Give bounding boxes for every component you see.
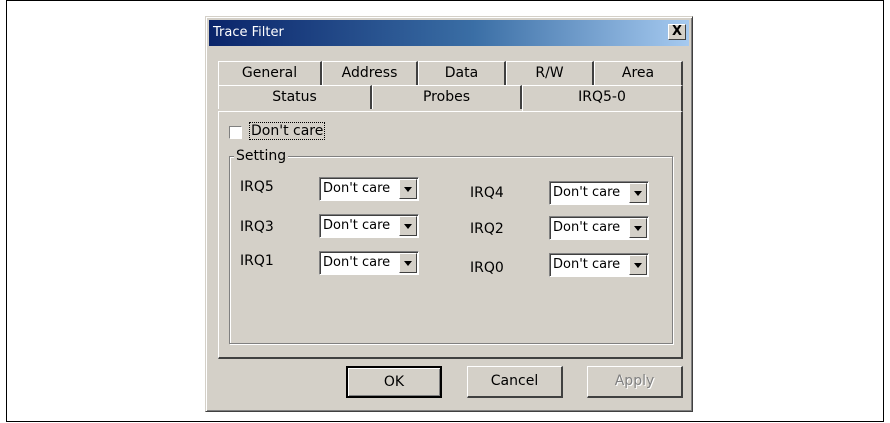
irq1-dropdown-button[interactable]	[399, 253, 417, 273]
irq0-select-value: Don't care	[553, 257, 621, 272]
window-title: Trace Filter	[213, 25, 284, 40]
irq4-label: IRQ4	[470, 185, 504, 201]
tab-panel-irq5-0: Don't care Setting IRQ5 Don't care IRQ4 …	[218, 111, 683, 359]
irq0-select[interactable]: Don't care	[549, 253, 649, 277]
irq1-label: IRQ1	[240, 253, 274, 269]
tab-address[interactable]: Address	[322, 61, 418, 85]
cancel-button[interactable]: Cancel	[467, 366, 563, 398]
chevron-down-icon	[404, 261, 412, 266]
chevron-down-icon	[634, 263, 642, 268]
irq2-label: IRQ2	[470, 221, 504, 237]
irq5-dropdown-button[interactable]	[399, 179, 417, 199]
irq0-dropdown-button[interactable]	[629, 255, 647, 275]
tab-rw[interactable]: R/W	[506, 61, 594, 85]
setting-group-title: Setting	[234, 148, 289, 164]
dont-care-checkbox[interactable]	[229, 126, 242, 139]
ok-button[interactable]: OK	[346, 366, 442, 398]
chevron-down-icon	[634, 191, 642, 196]
irq5-select-value: Don't care	[323, 181, 391, 196]
close-button[interactable]: X	[668, 24, 686, 40]
trace-filter-dialog: Trace Filter X General Address Data R/W …	[205, 16, 693, 412]
irq4-select[interactable]: Don't care	[549, 181, 649, 205]
tab-status[interactable]: Status	[218, 85, 372, 109]
tab-data[interactable]: Data	[418, 61, 506, 85]
irq5-select[interactable]: Don't care	[319, 177, 419, 201]
chevron-down-icon	[404, 224, 412, 229]
close-icon: X	[671, 24, 683, 39]
irq3-dropdown-button[interactable]	[399, 216, 417, 236]
irq3-select[interactable]: Don't care	[319, 214, 419, 238]
title-bar[interactable]: Trace Filter X	[209, 20, 689, 46]
tab-area[interactable]: Area	[594, 61, 683, 85]
irq3-select-value: Don't care	[323, 218, 391, 233]
irq0-label: IRQ0	[470, 260, 504, 276]
irq2-select-value: Don't care	[553, 220, 621, 235]
irq1-select[interactable]: Don't care	[319, 251, 419, 275]
irq4-select-value: Don't care	[553, 185, 621, 200]
setting-group: Setting IRQ5 Don't care IRQ4 Don't care …	[229, 148, 673, 344]
irq4-dropdown-button[interactable]	[629, 183, 647, 203]
tab-probes[interactable]: Probes	[372, 85, 522, 109]
tab-general[interactable]: General	[218, 61, 322, 85]
irq2-select[interactable]: Don't care	[549, 216, 649, 240]
irq3-label: IRQ3	[240, 219, 274, 235]
irq5-label: IRQ5	[240, 179, 274, 195]
chevron-down-icon	[634, 226, 642, 231]
tab-irq5-0[interactable]: IRQ5-0	[522, 85, 683, 111]
irq1-select-value: Don't care	[323, 255, 391, 270]
chevron-down-icon	[404, 187, 412, 192]
irq2-dropdown-button[interactable]	[629, 218, 647, 238]
dont-care-checkbox-label[interactable]: Don't care	[248, 122, 326, 140]
apply-button[interactable]: Apply	[587, 366, 683, 398]
